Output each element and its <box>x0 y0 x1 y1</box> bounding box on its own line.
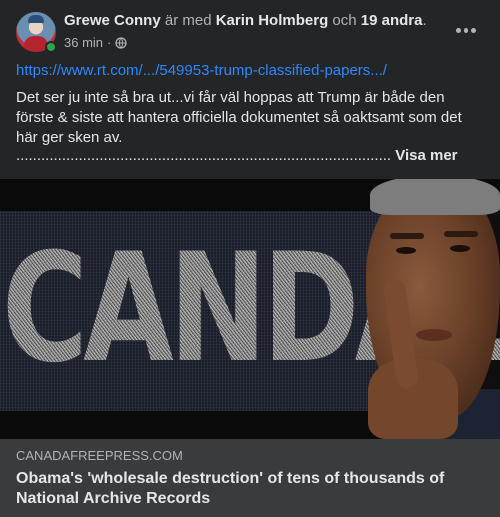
truncation-line: ........................................… <box>16 147 486 165</box>
tagged-person-link[interactable]: Karin Holmberg <box>216 12 329 29</box>
trailing-dot: . <box>422 12 427 29</box>
post-header: Grewe Conny är med Karin Holmberg och 19… <box>16 12 486 56</box>
header-text: Grewe Conny är med Karin Holmberg och 19… <box>64 12 464 51</box>
more-options-icon[interactable] <box>456 26 477 34</box>
truncation-dots: ........................................… <box>16 147 392 164</box>
and-text: och <box>332 12 357 29</box>
shared-url-link[interactable]: https://www.rt.com/.../549953-trump-clas… <box>16 62 387 80</box>
meta-separator: · <box>107 35 112 50</box>
post-meta: 36 min · <box>64 35 464 51</box>
portrait-figure <box>360 179 500 439</box>
with-text: är med <box>164 12 212 29</box>
post-title-line: Grewe Conny är med Karin Holmberg och 19… <box>64 12 464 30</box>
avatar-hat <box>28 15 44 23</box>
see-more-button[interactable]: Visa mer <box>395 147 457 164</box>
timestamp-link[interactable]: 36 min <box>64 35 103 51</box>
others-link[interactable]: 19 andra <box>361 12 423 29</box>
link-headline: Obama's 'wholesale destruction' of tens … <box>16 470 445 507</box>
post-card: Grewe Conny är med Karin Holmberg och 19… <box>0 0 500 517</box>
globe-icon <box>115 37 128 49</box>
author-name-link[interactable]: Grewe Conny <box>64 12 161 29</box>
link-preview-card[interactable]: CANADAFREEPRESS.COM Obama's 'wholesale d… <box>0 439 500 517</box>
link-domain: CANADAFREEPRESS.COM <box>16 448 183 463</box>
link-preview-image[interactable]: CANDAL <box>0 179 500 439</box>
post-body-text: Det ser ju inte så bra ut...vi får väl h… <box>16 89 462 146</box>
online-status-icon <box>45 41 57 53</box>
